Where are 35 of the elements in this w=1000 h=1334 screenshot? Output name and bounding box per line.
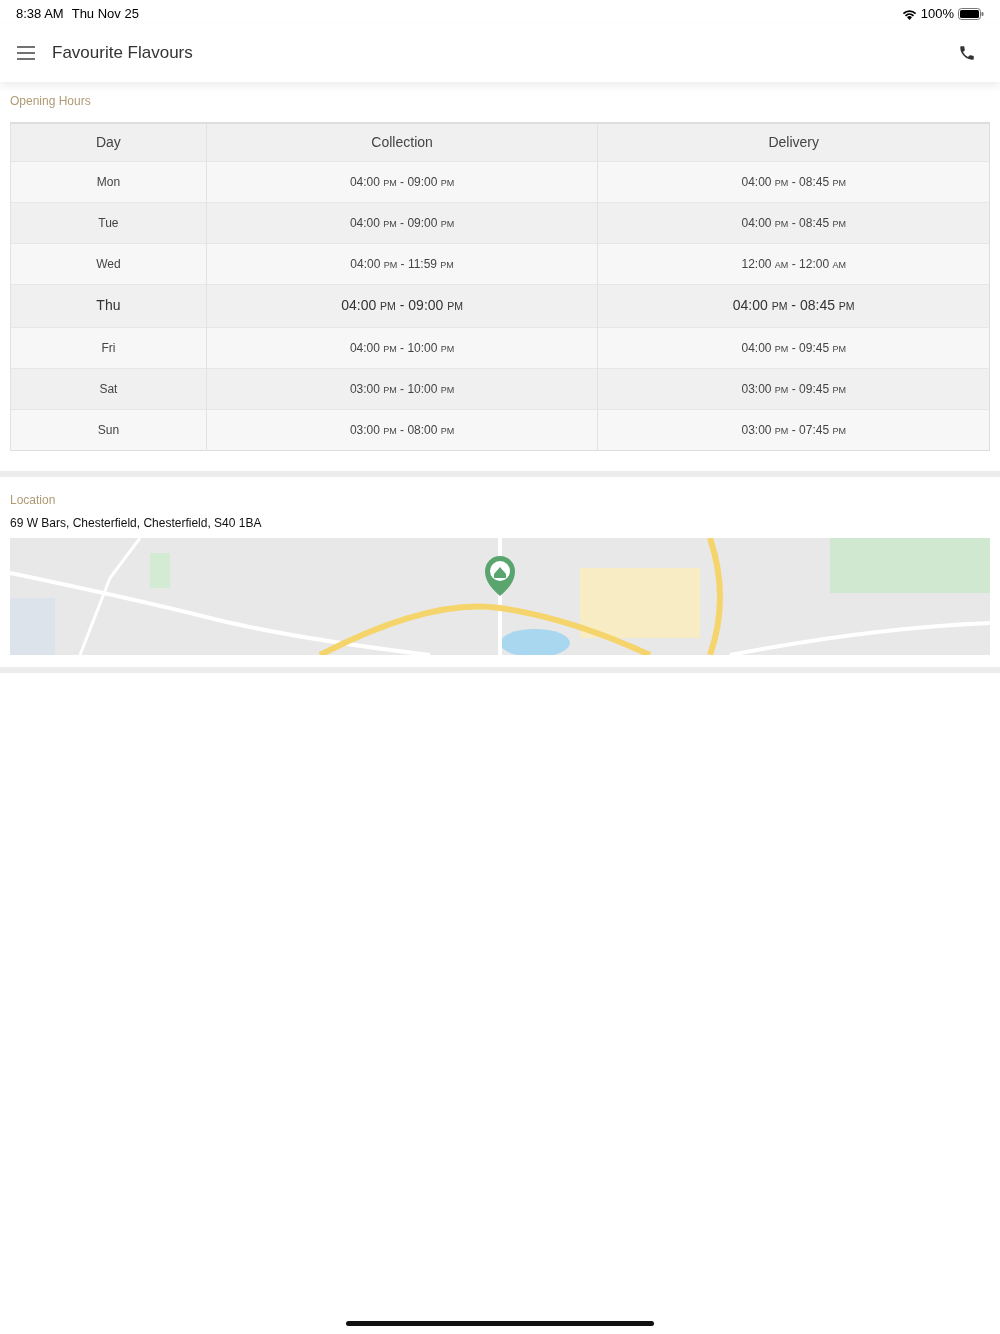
section-heading: Opening Hours — [9, 93, 92, 110]
table-cell: Wed — [10, 243, 207, 284]
column-header: Collection — [206, 123, 598, 161]
phone-icon[interactable] — [958, 44, 976, 62]
section-heading: Location — [9, 491, 57, 509]
table-cell: Sun — [10, 409, 207, 450]
address-text: 69 W Bars, Chesterfield, Chesterfield, S40 1BA — [9, 514, 263, 532]
app-title: Favourite Flavours — [52, 42, 193, 65]
status-date: Thu Nov 25 — [71, 5, 139, 24]
table-cell: 04:00 PM - 08:45 PM — [597, 284, 990, 327]
table-cell: 12:00 AM - 12:00 AM — [597, 243, 990, 284]
table-cell: 04:00 PM - 09:00 PM — [206, 284, 598, 327]
table-cell: Tue — [10, 202, 207, 243]
table-cell: 04:00 PM - 11:59 PM — [206, 243, 598, 284]
table-cell: 04:00 PM - 08:45 PM — [597, 202, 990, 243]
menu-icon[interactable] — [16, 46, 36, 60]
status-time: 8:38 AM — [16, 5, 64, 24]
column-header: Delivery — [597, 123, 990, 161]
table-cell: Thu — [10, 284, 207, 327]
table-cell: 04:00 PM - 08:45 PM — [597, 161, 990, 202]
table-cell: 04:00 PM - 10:00 PM — [206, 327, 598, 368]
wifi-icon — [901, 8, 917, 20]
table-cell: 04:00 PM - 09:00 PM — [206, 202, 598, 243]
table-cell: 03:00 PM - 07:45 PM — [597, 409, 990, 450]
table-cell: 04:00 PM - 09:45 PM — [597, 327, 990, 368]
table-cell: Fri — [10, 327, 207, 368]
table-cell: 04:00 PM - 09:00 PM — [206, 161, 598, 202]
table-cell: 03:00 PM - 08:00 PM — [206, 409, 598, 450]
table-cell: 03:00 PM - 09:45 PM — [597, 368, 990, 409]
battery-percentage: 100% — [920, 5, 954, 24]
table-cell: Mon — [10, 161, 207, 202]
column-header: Day — [10, 123, 207, 161]
table-cell: 03:00 PM - 10:00 PM — [206, 368, 598, 409]
battery-icon — [958, 8, 984, 20]
table-cell: Sat — [10, 368, 207, 409]
